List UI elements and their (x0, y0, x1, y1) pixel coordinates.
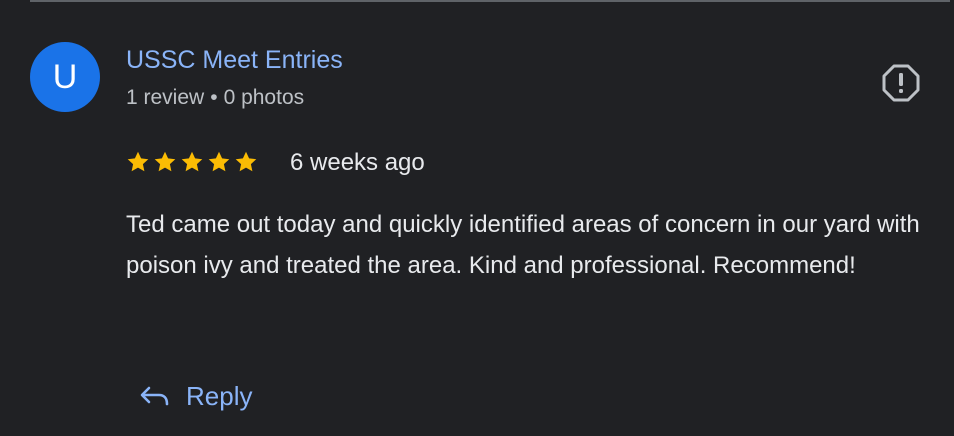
avatar-initial: U (52, 58, 78, 96)
report-octagon-icon (882, 64, 920, 102)
top-divider (30, 0, 950, 2)
reply-button[interactable]: Reply (140, 374, 252, 418)
star-icon (235, 151, 257, 172)
star-icon (127, 151, 149, 172)
reply-label: Reply (186, 380, 253, 411)
reviewer-name-link[interactable]: USSC Meet Entries (126, 46, 343, 75)
star-icon (208, 151, 230, 172)
review-count: 1 review (126, 86, 205, 109)
reviewer-avatar[interactable]: U (30, 42, 100, 112)
photo-count: 0 photos (223, 86, 305, 109)
meta-separator: • (210, 86, 218, 109)
reviewer-meta: 1 review • 0 photos (126, 86, 304, 110)
review-date: 6 weeks ago (290, 149, 425, 176)
star-icon (181, 151, 203, 172)
star-icon (154, 151, 176, 172)
review-text: Ted came out today and quickly identifie… (126, 211, 920, 279)
reply-arrow-icon (140, 386, 169, 406)
report-review-button[interactable] (880, 62, 922, 104)
star-rating (126, 150, 258, 176)
